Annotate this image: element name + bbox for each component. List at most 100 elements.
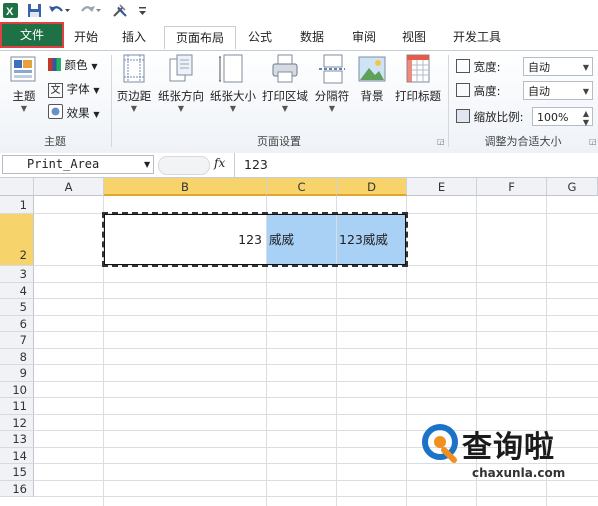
row-header-6[interactable]: 6 xyxy=(0,315,34,332)
row-header-2[interactable]: 2 xyxy=(0,214,34,266)
print-area-button[interactable]: 打印区域 ▼ xyxy=(260,53,310,114)
scale-label-row: 缩放比例: xyxy=(456,107,524,127)
row-header-4[interactable]: 4 xyxy=(0,282,34,299)
height-value: 自动 xyxy=(528,85,550,98)
column-header-f[interactable]: F xyxy=(477,178,547,196)
scale-value: 100% xyxy=(537,111,569,124)
orientation-button[interactable]: 纸张方向 ▼ xyxy=(156,53,206,114)
row-header-13[interactable]: 13 xyxy=(0,431,34,448)
width-label-row: 宽度: xyxy=(456,57,501,77)
row-header-15[interactable]: 15 xyxy=(0,464,34,481)
effects-icon xyxy=(48,104,63,119)
themes-button[interactable]: 主题 ▼ xyxy=(6,53,42,114)
background-icon xyxy=(357,53,387,85)
effects-label: 效果 xyxy=(66,106,90,120)
watermark-logo-icon xyxy=(420,422,460,463)
scale-spinner[interactable]: 100% ▲ ▼ xyxy=(532,107,593,127)
row-header-10[interactable]: 10 xyxy=(0,381,34,398)
scale-label: 缩放比例: xyxy=(473,110,524,124)
print-titles-icon xyxy=(403,53,433,85)
orientation-icon xyxy=(166,53,196,85)
themes-label: 主题 xyxy=(12,89,36,103)
tab-page-layout[interactable]: 页面布局 xyxy=(164,26,236,49)
width-select[interactable]: 自动 ▼ xyxy=(523,57,593,76)
row-header-9[interactable]: 9 xyxy=(0,365,34,382)
fonts-button[interactable]: 文 字体 ▼ xyxy=(48,79,99,99)
size-button[interactable]: 纸张大小 ▼ xyxy=(208,53,258,114)
colors-icon xyxy=(48,58,61,71)
margins-icon xyxy=(119,53,149,85)
row-header-7[interactable]: 7 xyxy=(0,332,34,349)
row-header-14[interactable]: 14 xyxy=(0,447,34,464)
row-header-11[interactable]: 11 xyxy=(0,398,34,415)
svg-text:X: X xyxy=(6,6,14,18)
print-titles-button[interactable]: 打印标题 xyxy=(392,53,444,104)
tab-developer[interactable]: 开发工具 xyxy=(446,26,508,48)
effects-button[interactable]: 效果 ▼ xyxy=(48,103,99,123)
column-header-c[interactable]: C xyxy=(267,178,337,196)
scale-icon xyxy=(456,109,470,123)
customize-toolbar-icon[interactable] xyxy=(138,3,148,18)
orientation-label: 纸张方向 xyxy=(158,89,204,103)
themes-icon xyxy=(9,53,39,85)
margins-button[interactable]: 页边距 ▼ xyxy=(114,53,154,114)
background-button[interactable]: 背景 xyxy=(354,53,390,104)
width-label: 宽度: xyxy=(473,60,501,74)
tools-icon[interactable] xyxy=(112,3,134,18)
page-setup-group-label: 页面设置 xyxy=(257,135,301,148)
insert-function-icon[interactable]: fx xyxy=(214,156,225,170)
page-setup-launcher-icon[interactable]: ◲ xyxy=(437,137,445,146)
tab-file[interactable]: 文件 xyxy=(0,22,64,48)
watermark-domain: chaxunla.com xyxy=(472,466,566,480)
colors-label: 颜色 xyxy=(64,58,88,72)
breaks-label: 分隔符 xyxy=(314,89,350,103)
name-box[interactable]: Print_Area xyxy=(2,155,154,174)
colors-button[interactable]: 颜色 ▼ xyxy=(48,55,97,75)
tab-insert[interactable]: 插入 xyxy=(114,26,154,48)
height-label: 高度: xyxy=(473,84,501,98)
row-header-5[interactable]: 5 xyxy=(0,299,34,316)
tab-review[interactable]: 审阅 xyxy=(344,26,384,48)
print-area-label: 打印区域 xyxy=(262,89,308,103)
column-header-g[interactable]: G xyxy=(547,178,598,196)
select-all-corner[interactable] xyxy=(0,178,34,196)
ribbon-tabs: 文件 开始 插入 页面布局 公式 数据 审阅 视图 开发工具 xyxy=(0,22,598,50)
print-area-icon xyxy=(270,53,300,85)
row-header-12[interactable]: 12 xyxy=(0,414,34,431)
size-label: 纸张大小 xyxy=(210,89,256,103)
formula-input[interactable]: 123 xyxy=(244,157,268,172)
column-header-e[interactable]: E xyxy=(407,178,477,196)
fonts-label: 字体 xyxy=(66,82,90,96)
height-icon xyxy=(456,83,470,97)
row-header-3[interactable]: 3 xyxy=(0,266,34,283)
formula-bar: Print_Area ▼ fx 123 xyxy=(0,153,598,178)
column-header-d[interactable]: D xyxy=(337,178,407,196)
scale-launcher-icon[interactable]: ◲ xyxy=(589,137,597,146)
breaks-button[interactable]: 分隔符 ▼ xyxy=(312,53,352,114)
height-label-row: 高度: xyxy=(456,81,501,101)
tab-data[interactable]: 数据 xyxy=(292,26,332,48)
tab-home[interactable]: 开始 xyxy=(66,26,106,48)
width-value: 自动 xyxy=(528,61,550,74)
formula-divider xyxy=(158,156,210,175)
redo-icon[interactable] xyxy=(80,3,102,18)
tab-formulas[interactable]: 公式 xyxy=(242,26,278,48)
name-box-dropdown-icon[interactable]: ▼ xyxy=(144,160,150,169)
excel-logo-icon: X xyxy=(3,3,18,18)
background-label: 背景 xyxy=(360,89,384,103)
breaks-icon xyxy=(317,53,347,85)
row-header-8[interactable]: 8 xyxy=(0,348,34,365)
row-header-16[interactable]: 16 xyxy=(0,480,34,497)
tab-view[interactable]: 视图 xyxy=(396,26,432,48)
column-header-a[interactable]: A xyxy=(34,178,104,196)
height-select[interactable]: 自动 ▼ xyxy=(523,81,593,100)
themes-group-label: 主题 xyxy=(44,135,66,148)
row-header-1[interactable]: 1 xyxy=(0,196,34,214)
save-icon[interactable] xyxy=(27,3,42,18)
fonts-icon: 文 xyxy=(48,83,63,98)
margins-label: 页边距 xyxy=(116,89,152,103)
column-header-b[interactable]: B xyxy=(104,178,267,196)
watermark-brand: 查询啦 xyxy=(462,430,555,465)
paper-size-icon xyxy=(218,53,248,85)
undo-icon[interactable] xyxy=(48,3,70,18)
